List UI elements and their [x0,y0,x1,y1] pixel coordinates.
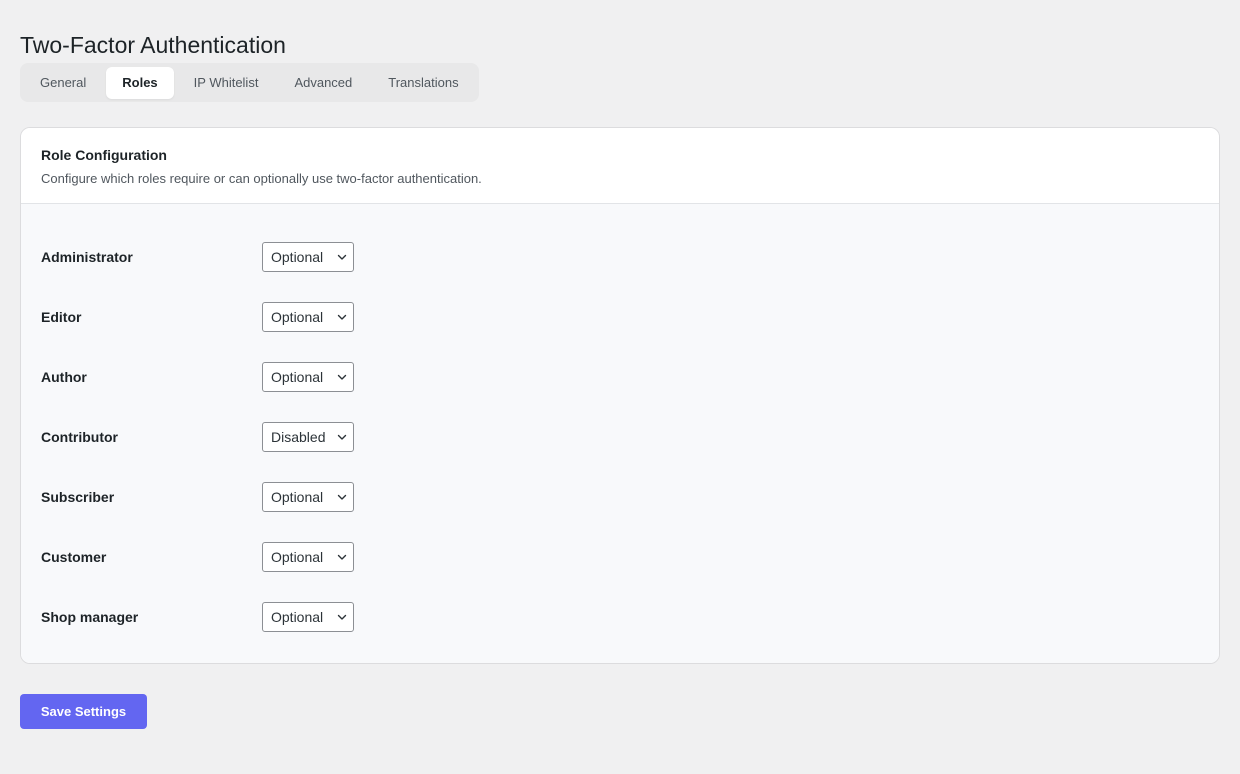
select-value: Optional [271,609,324,625]
save-settings-button[interactable]: Save Settings [20,694,147,729]
card-description: Configure which roles require or can opt… [41,171,482,186]
role-configuration-card: Role Configuration Configure which roles… [20,127,1220,664]
role-row-customer: Customer Optional [21,542,1219,602]
role-row-administrator: Administrator Optional [21,242,1219,302]
role-label: Administrator [41,249,133,265]
role-select-shop-manager[interactable]: Optional [262,602,354,632]
select-value: Optional [271,249,324,265]
chevron-down-icon [331,423,353,451]
chevron-down-icon [331,603,353,631]
role-row-editor: Editor Optional [21,302,1219,362]
role-select-editor[interactable]: Optional [262,302,354,332]
role-label: Subscriber [41,489,115,505]
select-value: Disabled [271,429,326,445]
role-label: Customer [41,549,107,565]
role-label: Shop manager [41,609,139,625]
tab-advanced[interactable]: Advanced [278,67,368,99]
role-row-contributor: Contributor Disabled [21,422,1219,482]
chevron-down-icon [331,363,353,391]
role-label: Editor [41,309,82,325]
chevron-down-icon [331,543,353,571]
role-label: Author [41,369,87,385]
role-label: Contributor [41,429,118,445]
settings-tabs: General Roles IP Whitelist Advanced Tran… [20,63,479,102]
select-value: Optional [271,309,324,325]
select-value: Optional [271,549,324,565]
role-select-author[interactable]: Optional [262,362,354,392]
card-body: Administrator Optional Editor Optional A… [21,204,1219,663]
role-row-subscriber: Subscriber Optional [21,482,1219,542]
card-title: Role Configuration [41,147,167,163]
chevron-down-icon [331,303,353,331]
page-title: Two-Factor Authentication [20,32,286,58]
card-header: Role Configuration Configure which roles… [21,128,1219,204]
tab-roles[interactable]: Roles [106,66,174,99]
role-select-administrator[interactable]: Optional [262,242,354,272]
tab-general[interactable]: General [24,67,102,99]
select-value: Optional [271,489,324,505]
chevron-down-icon [331,243,353,271]
role-select-customer[interactable]: Optional [262,542,354,572]
role-row-shop-manager: Shop manager Optional [21,602,1219,662]
chevron-down-icon [331,483,353,511]
select-value: Optional [271,369,324,385]
tab-translations[interactable]: Translations [372,67,474,99]
tab-ip-whitelist[interactable]: IP Whitelist [178,67,275,99]
role-select-contributor[interactable]: Disabled [262,422,354,452]
role-row-author: Author Optional [21,362,1219,422]
role-select-subscriber[interactable]: Optional [262,482,354,512]
